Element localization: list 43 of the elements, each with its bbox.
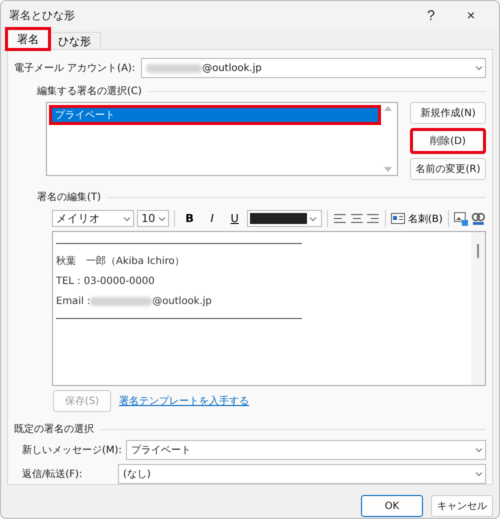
link-icon[interactable]	[471, 212, 486, 226]
signature-list-item[interactable]: プライベート	[49, 105, 381, 125]
signature-text: 秋葉 一郎（Akiba Ichiro）	[56, 254, 185, 268]
card-icon	[391, 213, 406, 224]
template-link[interactable]: 署名テンプレートを入手する	[119, 394, 249, 408]
signature-editor[interactable]: 秋葉 一郎（Akiba Ichiro） TEL : 03-0000-0000 Email : @outlook.jp	[52, 231, 486, 386]
italic-button[interactable]: I	[202, 210, 222, 227]
section-title: 編集する署名の選択(C)	[37, 84, 142, 98]
window-title: 署名とひな形	[9, 8, 76, 22]
field-label: 返信/転送(F):	[22, 468, 84, 481]
align-center-icon[interactable]	[350, 213, 364, 224]
account-label: 電子メール アカウント(A):	[14, 62, 136, 75]
email-domain: @outlook.jp	[152, 296, 212, 306]
account-dropdown[interactable]: @outlook.jp	[141, 58, 486, 78]
dialog-button[interactable]: OK	[361, 495, 423, 517]
signature-action-button[interactable]: 新規作成(N)	[410, 102, 486, 124]
font-color-dropdown[interactable]	[247, 210, 322, 227]
align-left-icon[interactable]	[332, 213, 347, 224]
section-title: 署名の編集(T)	[37, 190, 101, 204]
signature-action-button[interactable]: 名前の変更(R)	[410, 158, 486, 180]
section-title: 既定の署名の選択	[14, 422, 94, 436]
underline-button[interactable]: U	[224, 210, 244, 227]
tab[interactable]: 署名	[7, 29, 49, 49]
help-button[interactable]: ?	[411, 3, 451, 27]
signature-dropdown[interactable]: (なし)	[118, 464, 486, 484]
redaction-blur	[146, 64, 202, 72]
business-card-button[interactable]: 名刺(B)	[391, 210, 443, 227]
close-button[interactable]: ×	[451, 3, 491, 27]
font-size-dropdown[interactable]: 10	[137, 210, 169, 227]
scrollbar-thumb[interactable]	[477, 244, 479, 258]
tab[interactable]: ひな形	[48, 32, 101, 49]
signature-action-button[interactable]: 削除(D)	[410, 128, 486, 154]
align-right-icon[interactable]	[366, 213, 380, 224]
signature-list[interactable]: プライベート	[46, 102, 398, 176]
insert-picture-icon[interactable]	[454, 212, 468, 226]
redaction-blur	[90, 296, 152, 306]
bold-button[interactable]: B	[180, 210, 200, 227]
signature-text: TEL : 03-0000-0000	[56, 276, 155, 286]
email-prefix: Email :	[56, 296, 90, 306]
signature-dropdown[interactable]: プライベート	[126, 440, 486, 460]
field-label: 新しいメッセージ(M):	[22, 444, 122, 457]
font-dropdown[interactable]: メイリオ	[52, 210, 134, 227]
dialog-button[interactable]: キャンセル	[431, 495, 493, 517]
